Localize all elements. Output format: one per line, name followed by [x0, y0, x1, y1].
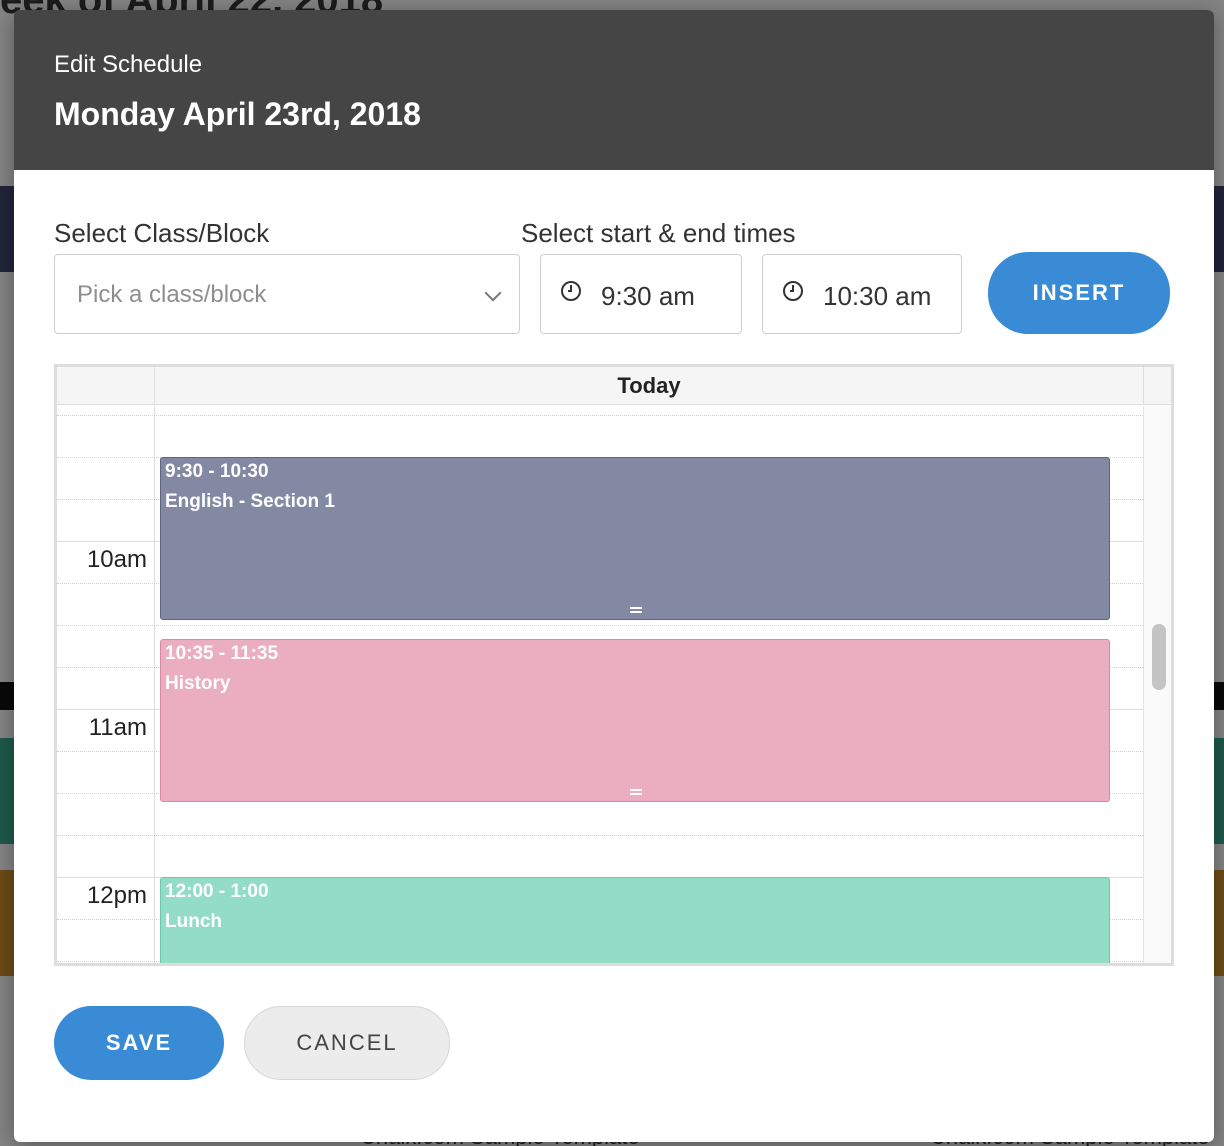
chevron-down-icon — [484, 284, 502, 302]
modal-title: Monday April 23rd, 2018 — [54, 96, 421, 132]
resize-handle-icon[interactable] — [630, 789, 642, 795]
time-slot — [57, 415, 1143, 416]
time-slot — [57, 625, 1143, 626]
edit-schedule-modal: Edit Schedule Monday April 23rd, 2018 Se… — [14, 10, 1214, 1142]
end-time-value: 10:30 am — [823, 281, 932, 311]
calendar-header-scroll-spacer — [1143, 367, 1171, 405]
hour-label-11am: 11am — [88, 714, 147, 741]
event-title: English - Section 1 — [165, 491, 335, 512]
calendar-header-gutter — [57, 367, 155, 405]
hour-label-10am: 10am — [86, 546, 147, 573]
calendar-column-today: Today — [617, 373, 681, 398]
insert-button[interactable]: INSERT — [988, 252, 1170, 334]
event-lunch[interactable]: 12:00 - 1:00 Lunch — [160, 877, 1110, 963]
event-time: 12:00 - 1:00 — [165, 881, 269, 902]
class-block-label: Select Class/Block — [54, 218, 270, 248]
class-block-select[interactable]: Pick a class/block — [54, 254, 520, 334]
event-title: History — [165, 673, 231, 694]
calendar-header: Today — [57, 367, 1171, 405]
calendar-scrollbar[interactable] — [1143, 406, 1171, 963]
event-time: 9:30 - 10:30 — [165, 461, 269, 482]
modal-kicker: Edit Schedule — [54, 51, 203, 78]
resize-handle-icon[interactable] — [630, 607, 642, 613]
event-english-section-1[interactable]: 9:30 - 10:30 English - Section 1 — [160, 457, 1110, 620]
hour-label-12pm: 12pm — [86, 882, 147, 909]
form-labels: Select Class/Block Select start & end ti… — [54, 218, 1174, 248]
time-slot — [57, 835, 1143, 836]
scrollbar-thumb[interactable] — [1152, 624, 1166, 690]
start-time-input[interactable]: 9:30 am — [540, 254, 742, 334]
class-block-placeholder: Pick a class/block — [77, 281, 267, 308]
start-time-value: 9:30 am — [601, 281, 695, 311]
clock-icon — [783, 281, 803, 301]
modal-header: Edit Schedule Monday April 23rd, 2018 — [14, 10, 1214, 170]
cancel-button[interactable]: CANCEL — [244, 1006, 450, 1080]
day-calendar: Today 10am 11am 12pm 9:30 - 10:30 Englis… — [54, 364, 1174, 966]
end-time-input[interactable]: 10:30 am — [762, 254, 962, 334]
clock-icon — [561, 281, 581, 301]
calendar-body[interactable]: 10am 11am 12pm 9:30 - 10:30 English - Se… — [57, 406, 1143, 963]
save-button[interactable]: SAVE — [54, 1006, 224, 1080]
event-history[interactable]: 10:35 - 11:35 History — [160, 639, 1110, 802]
event-time: 10:35 - 11:35 — [165, 643, 279, 664]
times-label: Select start & end times — [521, 218, 796, 248]
event-title: Lunch — [165, 911, 222, 932]
